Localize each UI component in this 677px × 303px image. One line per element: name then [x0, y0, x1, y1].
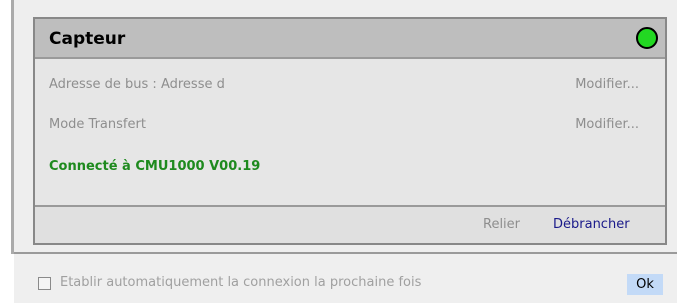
disconnect-button[interactable]: Débrancher — [553, 217, 630, 232]
status-led-icon — [636, 27, 658, 49]
transfer-mode-label: Mode Transfert — [49, 117, 146, 132]
ok-button[interactable]: Ok — [627, 274, 663, 295]
connection-dialog: Capteur Adresse de bus : Adresse d Modif… — [0, 0, 677, 303]
auto-connect-label: Etablir automatiquement la connexion la … — [60, 275, 422, 290]
auto-connect-checkbox[interactable] — [38, 277, 51, 290]
bus-address-label: Adresse de bus : Adresse d — [49, 77, 225, 92]
panel-title: Capteur — [49, 29, 126, 49]
panel-header: Capteur — [35, 19, 665, 59]
modify-transfer-mode-button[interactable]: Modifier... — [575, 117, 639, 132]
connection-status: Connecté à CMU1000 V00.19 — [49, 159, 261, 174]
connect-button[interactable]: Relier — [483, 217, 520, 232]
modify-bus-address-button[interactable]: Modifier... — [575, 77, 639, 92]
panel-footer: Relier Débrancher — [35, 205, 665, 243]
sensor-panel: Capteur Adresse de bus : Adresse d Modif… — [33, 17, 667, 245]
